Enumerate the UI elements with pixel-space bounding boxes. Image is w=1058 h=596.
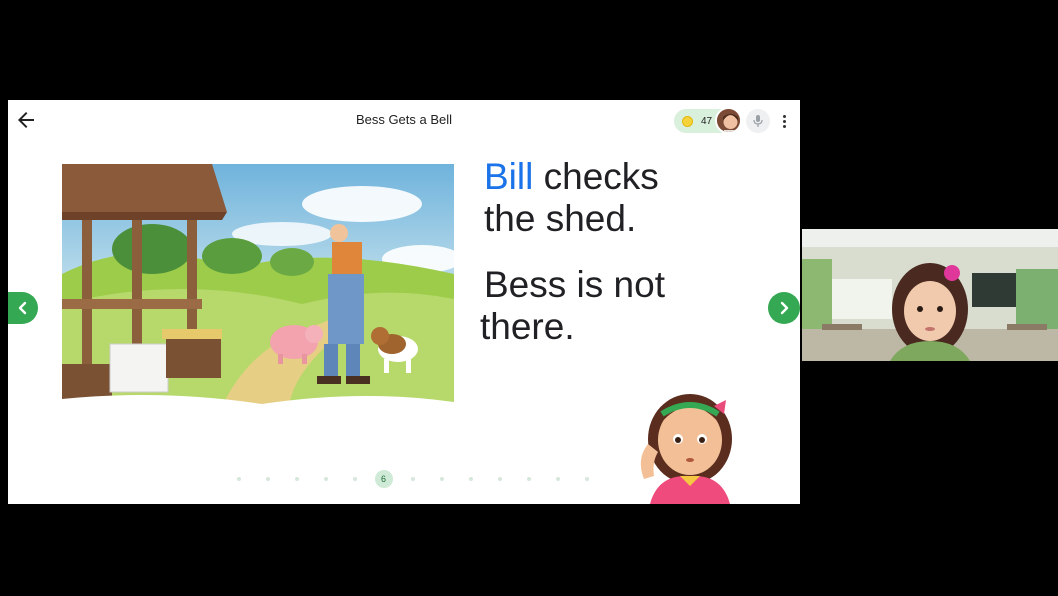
coin-icon (682, 115, 693, 127)
reading-stage: Bess Gets a Bell 47 Bill checks the shed… (8, 100, 800, 504)
page-dot[interactable] (398, 470, 427, 488)
mic-icon (753, 115, 763, 127)
page-dot[interactable] (543, 470, 572, 488)
story-line-3: Bess is not (484, 264, 665, 305)
page-indicator: 6 (224, 470, 601, 488)
page-dot[interactable] (224, 470, 253, 488)
story-text: Bill checks the shed. Bess is not there. (480, 156, 784, 348)
highlighted-word[interactable]: Bill (484, 156, 533, 197)
mic-button[interactable] (746, 109, 770, 133)
story-line-2: the shed. (484, 198, 637, 239)
page-dot-current[interactable]: 6 (369, 470, 398, 488)
page-dot[interactable] (253, 470, 282, 488)
page-dot[interactable] (282, 470, 311, 488)
page-dot[interactable] (485, 470, 514, 488)
avatar-face-icon (717, 109, 740, 132)
page-dot[interactable] (514, 470, 543, 488)
story-illustration (62, 164, 454, 434)
story-line-4: there. (480, 306, 575, 347)
webcam-feed (802, 229, 1058, 361)
avatar[interactable] (715, 107, 742, 134)
points-count: 47 (701, 115, 713, 127)
reading-buddy-character (628, 384, 750, 504)
previous-page-button[interactable] (8, 292, 38, 324)
more-vert-icon (782, 114, 786, 118)
page-dot[interactable] (340, 470, 369, 488)
current-page-number: 6 (374, 470, 393, 488)
story-line-1-rest: checks (533, 156, 659, 197)
page-dot[interactable] (311, 470, 340, 488)
page-dot[interactable] (456, 470, 485, 488)
top-bar: Bess Gets a Bell 47 (8, 100, 800, 140)
page-dot[interactable] (427, 470, 456, 488)
story-line-1: Bill checks (484, 156, 784, 198)
chevron-right-icon (780, 301, 789, 315)
chevron-left-icon (18, 301, 27, 315)
next-page-button[interactable] (768, 292, 800, 324)
page-dot[interactable] (572, 470, 601, 488)
more-options-button[interactable] (776, 109, 792, 133)
